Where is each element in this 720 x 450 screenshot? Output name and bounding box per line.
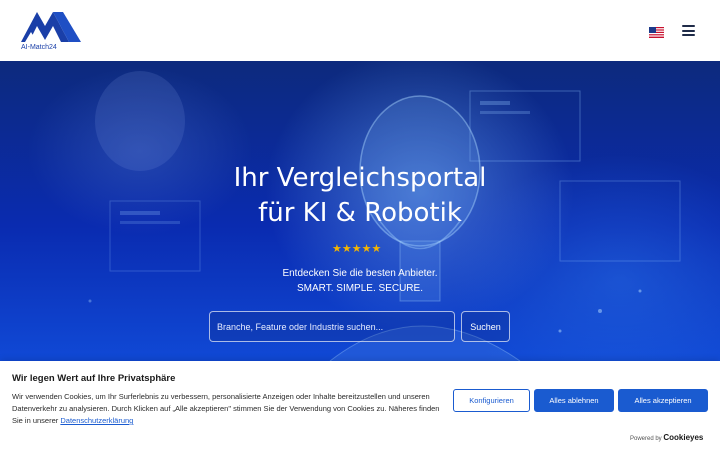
logo-text: AI-Match24 (21, 44, 57, 51)
configure-button[interactable]: Konfigurieren (453, 389, 530, 412)
hero-title-line1: Ihr Vergleichsportal (233, 163, 487, 193)
search-input[interactable] (209, 311, 455, 342)
hamburger-menu-icon[interactable] (682, 25, 696, 37)
hero-section: Ihr Vergleichsportal für KI & Robotik ★★… (0, 61, 720, 361)
rating-stars-icon: ★★★★★ (332, 243, 382, 255)
powered-by: Powered by Cookieyes (630, 433, 703, 442)
powered-by-label: Powered by (630, 436, 662, 442)
site-header: AI-Match24 (0, 0, 720, 61)
cookie-text: Wir verwenden Cookies, um Ihr Surferlebn… (12, 391, 452, 427)
accept-all-button[interactable]: Alles akzeptieren (618, 389, 708, 412)
privacy-policy-link[interactable]: Datenschutzerklärung (60, 416, 133, 425)
cookieyes-logo[interactable]: Cookieyes (663, 433, 703, 442)
site-logo[interactable]: AI-Match24 (19, 8, 83, 54)
hero-subtitle-line2: SMART. SIMPLE. SECURE. (297, 283, 423, 294)
reject-all-button[interactable]: Alles ablehnen (534, 389, 614, 412)
search-button[interactable]: Suchen (461, 311, 510, 342)
hero-title: Ihr Vergleichsportal für KI & Robotik (160, 161, 560, 231)
us-flag-icon[interactable] (649, 25, 664, 38)
cookie-consent-banner: Wir legen Wert auf Ihre Privatsphäre Wir… (0, 361, 720, 450)
cookie-title: Wir legen Wert auf Ihre Privatsphäre (12, 373, 176, 384)
logo-mark-icon (21, 12, 81, 42)
hero-title-line2: für KI & Robotik (258, 198, 462, 228)
hero-subtitle-line1: Entdecken Sie die besten Anbieter. (282, 268, 438, 279)
hero-subtitle: Entdecken Sie die besten Anbieter. SMART… (220, 266, 500, 296)
